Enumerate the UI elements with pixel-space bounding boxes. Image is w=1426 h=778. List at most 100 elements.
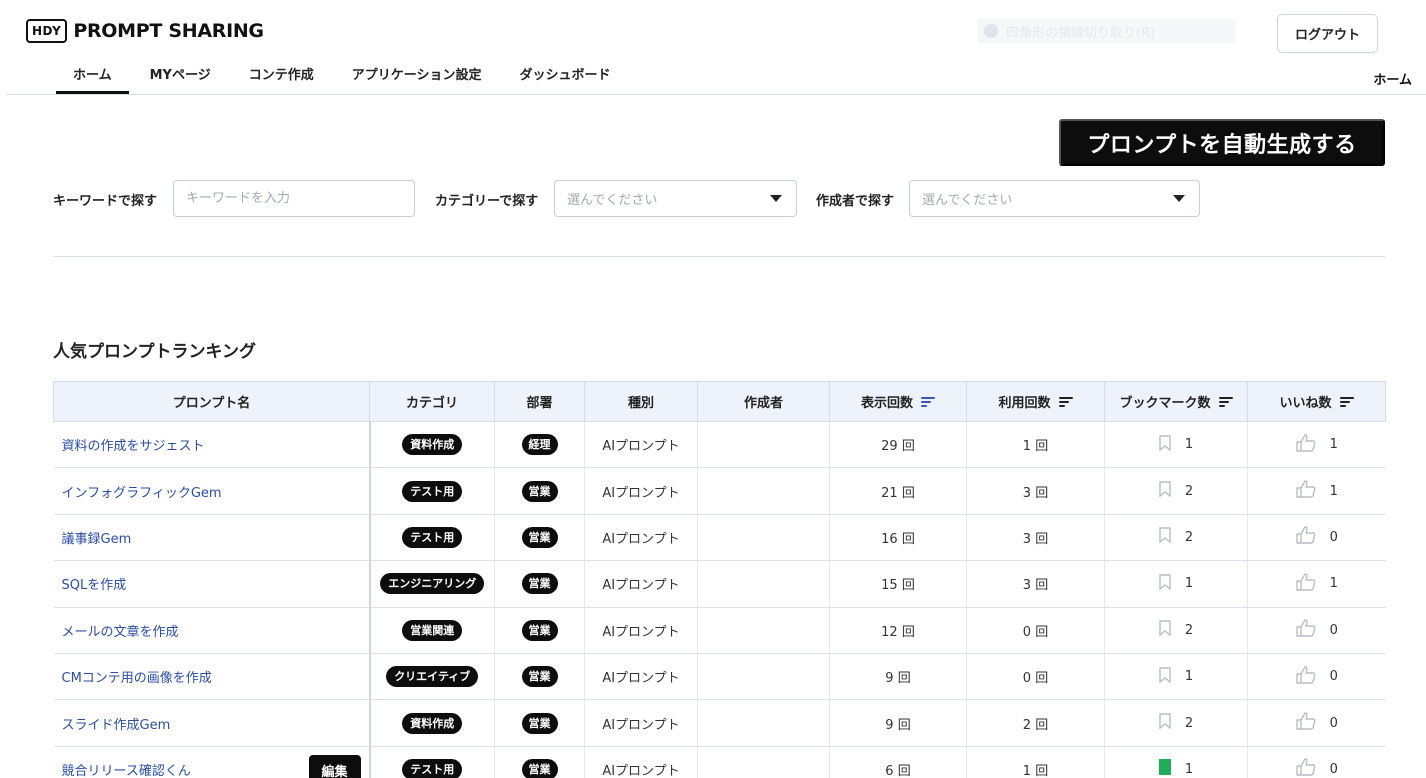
logo-mark: HDY: [26, 19, 68, 43]
nav-tab-4[interactable]: ダッシュボード: [502, 62, 627, 94]
table-header-row: プロンプト名 カテゴリ 部署 種別 作成者 表示回数 利用回数 ブックマーク数 …: [53, 381, 1386, 422]
bookmark-icon[interactable]: [1159, 481, 1171, 501]
thumbs-up-icon[interactable]: [1295, 526, 1316, 548]
sort-icon[interactable]: [921, 396, 935, 408]
ranking-table: プロンプト名 カテゴリ 部署 種別 作成者 表示回数 利用回数 ブックマーク数 …: [53, 381, 1386, 778]
dept-cell: 営業: [494, 514, 585, 562]
keyword-input[interactable]: [186, 191, 414, 206]
category-cell: 資料作成: [368, 421, 495, 469]
prompt-link[interactable]: スライド作成Gem: [62, 718, 171, 733]
prompt-link[interactable]: 資料の作成をサジェスト: [62, 439, 205, 454]
prompt-link[interactable]: 議事録Gem: [62, 532, 132, 547]
sort-icon[interactable]: [1339, 396, 1354, 408]
author-select[interactable]: 選んでください: [909, 180, 1200, 217]
keyword-field[interactable]: [173, 180, 415, 217]
category-badge: 資料作成: [402, 712, 463, 734]
bookmark-icon[interactable]: [1159, 666, 1171, 687]
thumbs-up-icon[interactable]: [1295, 619, 1316, 641]
table-row[interactable]: スライド作成Gem 資料作成 営業 AIプロンプト 9 回2 回20: [53, 699, 1386, 747]
prompt-name-cell: SQLを作成: [53, 560, 370, 608]
prompt-link[interactable]: メールの文章を作成: [62, 625, 179, 640]
table-row[interactable]: インフォグラフィックGem テスト用 営業 AIプロンプト 21 回3 回21: [53, 467, 1386, 515]
views-cell: 9 回: [829, 699, 967, 747]
prompt-link[interactable]: インフォグラフィックGem: [62, 486, 222, 501]
nav-tab-0[interactable]: ホーム: [56, 62, 129, 94]
views-cell: 9 回: [829, 653, 967, 701]
sort-icon[interactable]: [1058, 396, 1073, 408]
edit-button[interactable]: 編集: [308, 754, 361, 778]
thumbs-up-icon[interactable]: [1295, 573, 1316, 595]
type-cell: AIプロンプト: [584, 467, 698, 515]
category-cell: 営業関連: [368, 607, 495, 654]
col-header-uses[interactable]: 利用回数: [966, 381, 1105, 422]
thumbs-up-icon[interactable]: [1295, 758, 1316, 778]
chevron-down-icon: [770, 195, 782, 202]
views-cell: 29 回: [829, 421, 967, 469]
likes-cell: 0: [1247, 746, 1386, 778]
uses-cell: 0 回: [966, 653, 1105, 701]
prompt-link[interactable]: SQLを作成: [62, 578, 127, 593]
col-header-category: カテゴリ: [369, 381, 495, 422]
category-select-value: 選んでください: [567, 193, 658, 208]
nav-tab-1[interactable]: MYページ: [133, 62, 228, 94]
dept-badge: 営業: [521, 666, 558, 688]
prompt-name-cell: スライド作成Gem: [53, 699, 370, 747]
prompt-name-cell: インフォグラフィックGem: [53, 467, 370, 515]
thumbs-up-icon[interactable]: [1295, 433, 1316, 456]
dept-cell: 経理: [494, 421, 585, 469]
dept-badge: 営業: [521, 619, 558, 641]
likes-cell: 0: [1247, 699, 1386, 747]
type-cell: AIプロンプト: [584, 560, 698, 608]
bookmark-cell: 2: [1104, 514, 1248, 562]
table-row[interactable]: SQLを作成 エンジニアリング 営業 AIプロンプト 15 回3 回11: [53, 560, 1386, 608]
uses-cell: 3 回: [966, 560, 1105, 608]
author-select-value: 選んでください: [922, 193, 1013, 208]
table-row[interactable]: メールの文章を作成 営業関連 営業 AIプロンプト 12 回0 回20: [53, 607, 1386, 654]
region-tool-icon: [984, 24, 998, 38]
thumbs-up-icon[interactable]: [1295, 665, 1316, 688]
bookmark-icon[interactable]: [1159, 527, 1171, 547]
dept-badge: 営業: [521, 526, 558, 548]
col-header-likes[interactable]: いいね数: [1247, 381, 1386, 422]
prompt-name-cell: 競合リリース確認くん 編集: [53, 746, 370, 778]
bookmark-icon[interactable]: [1159, 434, 1171, 455]
type-cell: AIプロンプト: [584, 746, 698, 778]
app-logo[interactable]: HDY PROMPT SHARING: [26, 19, 264, 43]
type-cell: AIプロンプト: [584, 653, 698, 701]
category-badge: エンジニアリング: [380, 573, 485, 595]
thumbs-up-icon[interactable]: [1295, 480, 1316, 502]
prompt-link[interactable]: 競合リリース確認くん: [62, 764, 191, 778]
prompt-link[interactable]: CMコンテ用の画像を作成: [62, 671, 212, 686]
logout-button[interactable]: ログアウト: [1277, 14, 1378, 53]
author-cell: [697, 607, 830, 654]
screenshot-region-tool[interactable]: 四角形の領域切り取り(R): [978, 19, 1236, 43]
author-cell: [697, 467, 830, 515]
bookmark-cell: 1: [1104, 421, 1248, 469]
dept-badge: 営業: [521, 573, 558, 595]
table-row[interactable]: 議事録Gem テスト用 営業 AIプロンプト 16 回3 回20: [53, 514, 1386, 562]
bookmark-icon[interactable]: [1159, 620, 1171, 640]
table-row[interactable]: 資料の作成をサジェスト 資料作成 経理 AIプロンプト 29 回1 回11: [53, 421, 1386, 469]
auto-generate-prompt-button[interactable]: プロンプトを自動生成する: [1059, 119, 1385, 166]
dept-badge: 営業: [521, 712, 558, 734]
main-nav: ホーム MYページ コンテ作成 アプリケーション設定 ダッシュボード: [56, 62, 632, 94]
dept-cell: 営業: [494, 653, 585, 701]
table-row[interactable]: 競合リリース確認くん 編集 テスト用 営業 AIプロンプト 6 回1 回10: [53, 746, 1386, 778]
thumbs-up-icon[interactable]: [1295, 712, 1316, 734]
category-badge: テスト用: [402, 480, 463, 502]
col-header-views[interactable]: 表示回数: [829, 381, 967, 422]
col-header-name: プロンプト名: [53, 381, 370, 422]
sort-icon[interactable]: [1218, 396, 1233, 408]
bookmark-icon[interactable]: [1159, 713, 1171, 733]
table-row[interactable]: CMコンテ用の画像を作成 クリエイティブ 営業 AIプロンプト 9 回0 回10: [53, 653, 1386, 701]
col-header-bookmarks[interactable]: ブックマーク数: [1104, 381, 1248, 422]
category-badge: クリエイティブ: [386, 666, 479, 688]
nav-tab-3[interactable]: アプリケーション設定: [335, 62, 499, 94]
likes-cell: 1: [1247, 467, 1386, 515]
author-cell: [697, 653, 830, 701]
category-select[interactable]: 選んでください: [554, 180, 797, 217]
bookmark-icon[interactable]: [1158, 759, 1171, 778]
author-cell: [697, 560, 830, 608]
bookmark-icon[interactable]: [1159, 574, 1171, 594]
nav-tab-2[interactable]: コンテ作成: [232, 62, 331, 94]
